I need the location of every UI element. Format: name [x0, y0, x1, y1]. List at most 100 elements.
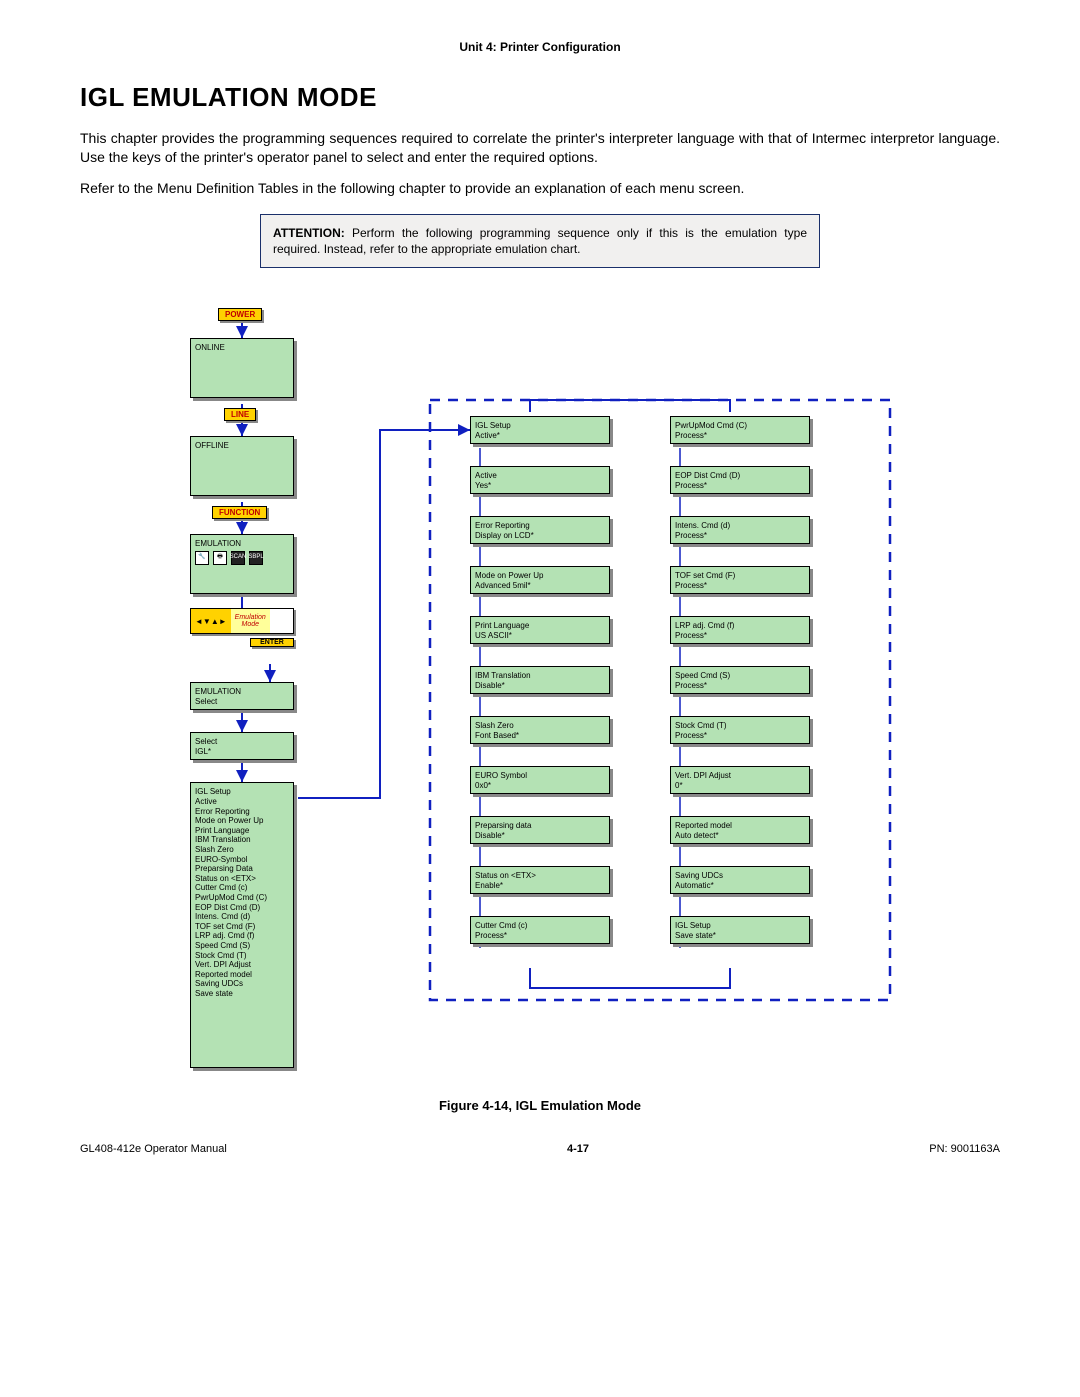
- igl-setup-item: Error Reporting: [195, 807, 289, 817]
- igl-setup-item: Preparsing Data: [195, 864, 289, 874]
- menu-node-value: Process*: [675, 631, 805, 641]
- page-title: Igl Emulation Mode: [80, 82, 1000, 113]
- menu-node-value: US ASCII*: [475, 631, 605, 641]
- menu-node-value: Automatic*: [675, 881, 805, 891]
- emulation-icons: 🔧 🖶 SCAN SBPL: [195, 551, 289, 565]
- offline-node: OFFLINE: [190, 436, 294, 496]
- select-igl-node: Select IGL*: [190, 732, 294, 760]
- intro-paragraph-1: This chapter provides the programming se…: [80, 129, 1000, 167]
- menu-node-value: 0x0*: [475, 781, 605, 791]
- igl-setup-item: TOF set Cmd (F): [195, 922, 289, 932]
- igl-setup-item: Saving UDCs: [195, 979, 289, 989]
- menu-node: Intens. Cmd (d)Process*: [670, 516, 810, 544]
- igl-setup-item: Speed Cmd (S): [195, 941, 289, 951]
- menu-node-title: Active: [475, 471, 605, 481]
- igl-setup-item: EURO-Symbol: [195, 855, 289, 865]
- menu-node-value: Process*: [675, 531, 805, 541]
- emulation-select-node: EMULATION Select: [190, 682, 294, 710]
- menu-node: IBM TranslationDisable*: [470, 666, 610, 694]
- menu-node-value: Save state*: [675, 931, 805, 941]
- menu-node-title: Cutter Cmd (c): [475, 921, 605, 931]
- igl-setup-item: Status on <ETX>: [195, 874, 289, 884]
- menu-node-value: Auto detect*: [675, 831, 805, 841]
- menu-node-title: IBM Translation: [475, 671, 605, 681]
- menu-node-value: Process*: [475, 931, 605, 941]
- igl-setup-list-node: IGL Setup ActiveError ReportingMode on P…: [190, 782, 294, 1068]
- intro-paragraph-2: Refer to the Menu Definition Tables in t…: [80, 179, 1000, 198]
- sbpl-icon: SBPL: [249, 551, 263, 565]
- menu-node-title: LRP adj. Cmd (f): [675, 621, 805, 631]
- igl-setup-item: Save state: [195, 989, 289, 999]
- menu-node: Status on <ETX>Enable*: [470, 866, 610, 894]
- menu-node-value: Yes*: [475, 481, 605, 491]
- menu-node-value: Display on LCD*: [475, 531, 605, 541]
- flowchart: POWER ONLINE LINE OFFLINE FUNCTION EMULA…: [170, 308, 910, 1078]
- menu-node-value: Process*: [675, 431, 805, 441]
- menu-node-title: TOF set Cmd (F): [675, 571, 805, 581]
- igl-setup-item: Slash Zero: [195, 845, 289, 855]
- igl-setup-item: Cutter Cmd (c): [195, 883, 289, 893]
- menu-node-title: Status on <ETX>: [475, 871, 605, 881]
- igl-setup-item: EOP Dist Cmd (D): [195, 903, 289, 913]
- menu-node: Speed Cmd (S)Process*: [670, 666, 810, 694]
- attention-label: ATTENTION:: [273, 226, 345, 240]
- igl-setup-item: LRP adj. Cmd (f): [195, 931, 289, 941]
- menu-node-value: Process*: [675, 731, 805, 741]
- menu-node: EURO Symbol0x0*: [470, 766, 610, 794]
- menu-node: ActiveYes*: [470, 466, 610, 494]
- igl-setup-item: Vert. DPI Adjust: [195, 960, 289, 970]
- menu-node-value: Font Based*: [475, 731, 605, 741]
- function-button[interactable]: FUNCTION: [212, 506, 267, 519]
- igl-setup-item: Mode on Power Up: [195, 816, 289, 826]
- igl-setup-item: Print Language: [195, 826, 289, 836]
- menu-node-title: IGL Setup: [475, 421, 605, 431]
- igl-setup-item: IBM Translation: [195, 835, 289, 845]
- printer-icon: 🖶: [213, 551, 227, 565]
- menu-node: Slash ZeroFont Based*: [470, 716, 610, 744]
- enter-button[interactable]: ENTER: [250, 638, 294, 647]
- menu-node: IGL SetupSave state*: [670, 916, 810, 944]
- menu-node-title: PwrUpMod Cmd (C): [675, 421, 805, 431]
- menu-node-value: Process*: [675, 681, 805, 691]
- menu-node-title: Reported model: [675, 821, 805, 831]
- menu-node-value: Advanced 5mil*: [475, 581, 605, 591]
- menu-node-title: Print Language: [475, 621, 605, 631]
- menu-node-title: Saving UDCs: [675, 871, 805, 881]
- line-button[interactable]: LINE: [224, 408, 256, 421]
- menu-node: Reported modelAuto detect*: [670, 816, 810, 844]
- arrow-keys-icon: ◄▼▲►: [195, 617, 227, 626]
- footer-right: PN: 9001163A: [929, 1143, 1000, 1155]
- igl-setup-item: Reported model: [195, 970, 289, 980]
- menu-node: Cutter Cmd (c)Process*: [470, 916, 610, 944]
- menu-node-value: Process*: [675, 581, 805, 591]
- menu-node: LRP adj. Cmd (f)Process*: [670, 616, 810, 644]
- page-footer: GL408-412e Operator Manual 4-17 PN: 9001…: [80, 1143, 1000, 1155]
- wrench-icon: 🔧: [195, 551, 209, 565]
- menu-node-value: Active*: [475, 431, 605, 441]
- menu-node: Preparsing dataDisable*: [470, 816, 610, 844]
- nav-emulation-mode[interactable]: ◄▼▲► Emulation Mode: [190, 608, 294, 634]
- menu-node-title: Stock Cmd (T): [675, 721, 805, 731]
- menu-node: Mode on Power UpAdvanced 5mil*: [470, 566, 610, 594]
- menu-node-title: Intens. Cmd (d): [675, 521, 805, 531]
- power-button[interactable]: POWER: [218, 308, 262, 321]
- menu-node-title: Error Reporting: [475, 521, 605, 531]
- attention-text: Perform the following programming sequen…: [273, 226, 807, 256]
- menu-node-title: Vert. DPI Adjust: [675, 771, 805, 781]
- menu-node: TOF set Cmd (F)Process*: [670, 566, 810, 594]
- menu-node-title: Mode on Power Up: [475, 571, 605, 581]
- unit-header: Unit 4: Printer Configuration: [80, 40, 1000, 54]
- igl-setup-item: Stock Cmd (T): [195, 951, 289, 961]
- online-node: ONLINE: [190, 338, 294, 398]
- footer-page-number: 4-17: [567, 1143, 589, 1155]
- menu-node: Saving UDCsAutomatic*: [670, 866, 810, 894]
- menu-node-value: Process*: [675, 481, 805, 491]
- footer-left: GL408-412e Operator Manual: [80, 1143, 227, 1155]
- igl-setup-item: Intens. Cmd (d): [195, 912, 289, 922]
- menu-node-title: Speed Cmd (S): [675, 671, 805, 681]
- igl-setup-item: PwrUpMod Cmd (C): [195, 893, 289, 903]
- menu-node-value: Disable*: [475, 831, 605, 841]
- menu-node: PwrUpMod Cmd (C)Process*: [670, 416, 810, 444]
- menu-node: EOP Dist Cmd (D)Process*: [670, 466, 810, 494]
- menu-node-title: Slash Zero: [475, 721, 605, 731]
